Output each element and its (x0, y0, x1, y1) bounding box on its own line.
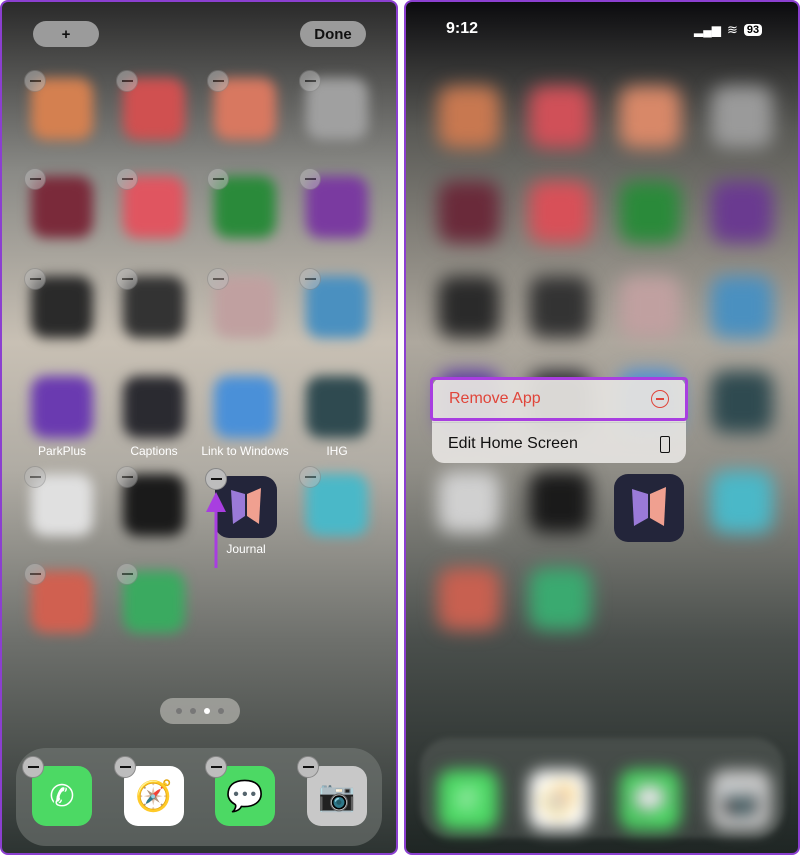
remove-app-minus-button[interactable] (207, 70, 229, 92)
blurred-app-icon[interactable] (711, 471, 773, 533)
blurred-app-icon[interactable] (619, 86, 681, 148)
left-screen-edit-mode: + Done ParkPlus Captions Link to Windows… (0, 0, 398, 855)
page-indicator[interactable] (160, 698, 240, 724)
remove-app-minus-button[interactable] (114, 756, 136, 778)
remove-app-minus-button[interactable] (299, 168, 321, 190)
blurred-app-icon[interactable] (529, 568, 591, 630)
remove-app-menu-item[interactable]: Remove App (430, 377, 688, 421)
phone-screen-icon (660, 435, 670, 453)
minus-circle-icon (651, 390, 669, 408)
right-screen-context-menu: 9:12 ▂▄▆ ≋ 93 Remove App Edit Home Scree… (404, 0, 800, 855)
app-label-captions: Captions (130, 444, 178, 458)
blurred-app-icon[interactable] (529, 471, 591, 533)
remove-app-minus-button[interactable] (116, 268, 138, 290)
battery-indicator: 93 (743, 24, 763, 36)
app-label-link-to-windows: Link to Windows (201, 444, 289, 458)
phone-icon[interactable]: ✆ (32, 766, 92, 826)
blurred-app-icon[interactable] (438, 86, 500, 148)
blurred-app-icon[interactable] (711, 276, 773, 338)
blurred-app-icon[interactable] (619, 276, 681, 338)
app-label-parkplus: ParkPlus (37, 444, 87, 458)
butterfly-icon (632, 487, 666, 526)
wifi-icon: ≋ (726, 22, 738, 37)
remove-app-minus-button[interactable] (299, 70, 321, 92)
edit-home-screen-label: Edit Home Screen (448, 435, 578, 452)
context-menu: Remove App Edit Home Screen (430, 377, 688, 465)
page-dot[interactable] (204, 708, 210, 714)
blurred-app-icon[interactable] (711, 371, 773, 433)
blurred-app-icon[interactable] (438, 471, 500, 533)
remove-journal-minus-button[interactable] (205, 468, 227, 490)
remove-app-minus-button[interactable] (299, 268, 321, 290)
remove-app-minus-button[interactable] (24, 268, 46, 290)
app-label-ihg: IHG (326, 444, 348, 458)
page-dot[interactable] (190, 708, 196, 714)
edit-home-screen-menu-item[interactable]: Edit Home Screen (432, 422, 686, 465)
status-icons: ▂▄▆ ≋ 93 (694, 22, 763, 38)
blurred-app-icon[interactable] (711, 86, 773, 148)
signal-icon: ▂▄▆ (694, 23, 721, 37)
blurred-app-icon[interactable] (529, 86, 591, 148)
done-button[interactable]: Done (300, 21, 366, 47)
blurred-app-icon[interactable] (31, 376, 93, 438)
blurred-app-icon[interactable] (123, 376, 185, 438)
remove-app-minus-button[interactable] (116, 466, 138, 488)
page-dot[interactable] (218, 708, 224, 714)
blurred-app-icon[interactable] (619, 181, 681, 243)
remove-app-minus-button[interactable] (116, 563, 138, 585)
remove-app-minus-button[interactable] (24, 70, 46, 92)
messages-icon[interactable]: 💬 (215, 766, 275, 826)
blurred-app-icon[interactable] (438, 568, 500, 630)
remove-app-minus-button[interactable] (297, 756, 319, 778)
blurred-app-icon[interactable] (214, 376, 276, 438)
pointer-arrow-icon (206, 492, 226, 568)
safari-icon[interactable]: 🧭 (124, 766, 184, 826)
status-time: 9:12 (446, 20, 479, 37)
remove-app-minus-button[interactable] (299, 466, 321, 488)
remove-app-label: Remove App (449, 390, 541, 407)
blurred-app-icon[interactable] (529, 181, 591, 243)
remove-app-minus-button[interactable] (207, 168, 229, 190)
blurred-app-icon[interactable] (438, 181, 500, 243)
blurred-app-icon[interactable] (529, 276, 591, 338)
remove-app-minus-button[interactable] (22, 756, 44, 778)
remove-app-minus-button[interactable] (24, 563, 46, 585)
safari-icon[interactable]: 🧭 (529, 770, 589, 830)
phone-icon[interactable]: ✆ (438, 770, 498, 830)
remove-app-minus-button[interactable] (24, 168, 46, 190)
blurred-app-icon[interactable] (306, 376, 368, 438)
remove-app-minus-button[interactable] (116, 70, 138, 92)
add-widget-button[interactable]: + (33, 21, 99, 47)
remove-app-minus-button[interactable] (24, 466, 46, 488)
journal-app-icon[interactable] (614, 474, 684, 542)
camera-icon[interactable]: 📷 (307, 766, 367, 826)
blurred-app-icon[interactable] (438, 276, 500, 338)
remove-app-minus-button[interactable] (205, 756, 227, 778)
camera-icon[interactable]: 📷 (711, 770, 771, 830)
blurred-app-icon[interactable] (711, 181, 773, 243)
remove-app-minus-button[interactable] (116, 168, 138, 190)
messages-icon[interactable]: 💬 (620, 770, 680, 830)
page-dot[interactable] (176, 708, 182, 714)
remove-app-minus-button[interactable] (207, 268, 229, 290)
